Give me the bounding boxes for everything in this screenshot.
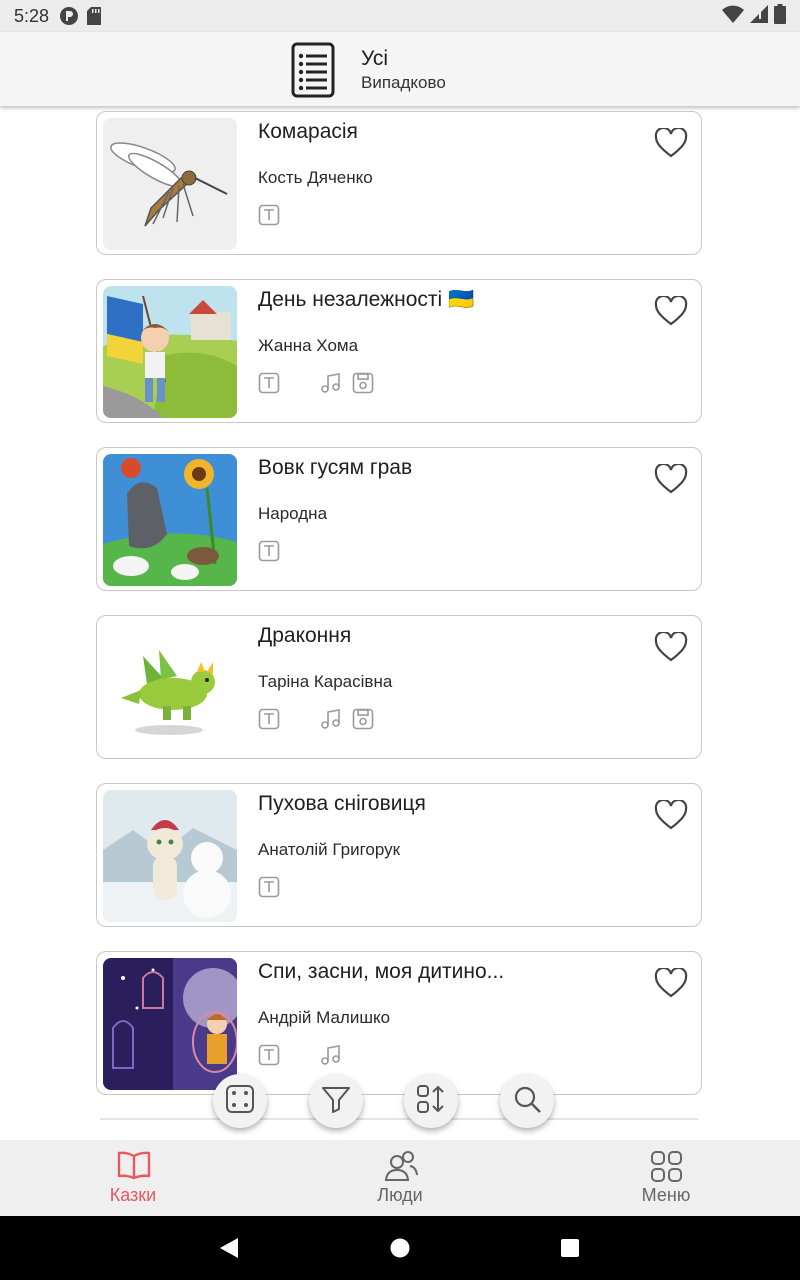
app-notification-icon xyxy=(59,6,79,26)
status-time: 5:28 xyxy=(14,5,50,26)
audio-format-icon xyxy=(320,372,342,394)
story-cover-image xyxy=(103,958,237,1090)
grid-icon xyxy=(650,1150,684,1189)
text-format-icon xyxy=(258,876,280,898)
back-icon[interactable] xyxy=(218,1237,240,1264)
story-card[interactable]: Драконня Таріна Карасівна xyxy=(96,615,702,759)
favorite-heart-icon[interactable] xyxy=(654,126,688,163)
nav-item-stories[interactable]: Казки xyxy=(63,1140,203,1216)
signal-icon xyxy=(750,4,768,28)
story-title: Пухова сніговиця xyxy=(258,792,426,815)
format-badges xyxy=(258,372,374,394)
story-cover-image xyxy=(103,286,237,418)
story-cover-image xyxy=(103,790,237,922)
story-cover-image xyxy=(103,622,237,754)
filter-icon xyxy=(320,1083,352,1120)
story-cover-image xyxy=(103,454,237,586)
sort-button[interactable] xyxy=(404,1074,458,1128)
text-format-icon xyxy=(258,1044,280,1066)
favorite-heart-icon[interactable] xyxy=(654,294,688,331)
format-badges xyxy=(258,540,280,562)
book-icon xyxy=(117,1150,151,1185)
wifi-icon xyxy=(722,5,744,28)
format-badges xyxy=(258,876,280,898)
story-card[interactable]: Вовк гусям грав Народна xyxy=(96,447,702,591)
search-icon xyxy=(511,1083,543,1120)
recents-icon[interactable] xyxy=(561,1239,579,1262)
sort-icon xyxy=(415,1083,447,1120)
nav-item-people[interactable]: Люди xyxy=(330,1140,470,1216)
home-icon[interactable] xyxy=(390,1238,410,1263)
story-author: Анатолій Григорук xyxy=(258,840,401,859)
audio-format-icon xyxy=(320,1044,342,1066)
story-card[interactable]: День незалежності 🇺🇦 Жанна Хома xyxy=(96,279,702,423)
sort-order-label[interactable]: Випадково xyxy=(361,73,446,93)
saved-offline-icon xyxy=(352,372,374,394)
favorite-heart-icon[interactable] xyxy=(654,462,688,499)
dice-icon xyxy=(224,1083,256,1120)
story-author: Таріна Карасівна xyxy=(258,672,393,691)
category-title[interactable]: Усі xyxy=(361,47,388,71)
nav-label: Казки xyxy=(109,1185,157,1205)
text-format-icon xyxy=(258,540,280,562)
people-icon xyxy=(384,1150,418,1187)
story-card[interactable]: Комарасія Кость Дяченко xyxy=(96,111,702,255)
story-author: Жанна Хома xyxy=(258,336,359,355)
format-badges xyxy=(258,204,280,226)
status-bar: 5:28 xyxy=(0,0,800,32)
story-card[interactable]: Пухова сніговиця Анатолій Григорук xyxy=(96,783,702,927)
story-title: Комарасія xyxy=(258,120,358,143)
story-author: Народна xyxy=(258,504,328,523)
list-icon[interactable] xyxy=(291,42,335,103)
battery-icon xyxy=(774,3,786,29)
nav-label: Меню xyxy=(641,1185,691,1205)
bottom-navigation: Казки Люди Меню xyxy=(0,1140,800,1216)
story-author: Кость Дяченко xyxy=(258,168,373,187)
story-title: Спи, засни, моя дитино... xyxy=(258,960,505,983)
format-badges xyxy=(258,1044,342,1066)
favorite-heart-icon[interactable] xyxy=(654,798,688,835)
top-bar: Усі Випадково xyxy=(0,32,800,106)
story-title: День незалежності 🇺🇦 xyxy=(258,288,475,311)
nav-label: Люди xyxy=(377,1185,423,1205)
text-format-icon xyxy=(258,372,280,394)
sd-card-icon xyxy=(87,7,102,25)
text-format-icon xyxy=(258,204,280,226)
system-navigation-bar xyxy=(0,1216,800,1280)
search-button[interactable] xyxy=(500,1074,554,1128)
favorite-heart-icon[interactable] xyxy=(654,630,688,667)
audio-format-icon xyxy=(320,708,342,730)
filter-button[interactable] xyxy=(309,1074,363,1128)
story-card[interactable]: Спи, засни, моя дитино... Андрій Малишко xyxy=(96,951,702,1095)
story-title: Драконня xyxy=(258,624,352,647)
story-author: Андрій Малишко xyxy=(258,1008,391,1027)
saved-offline-icon xyxy=(352,708,374,730)
favorite-heart-icon[interactable] xyxy=(654,966,688,1003)
story-title: Вовк гусям грав xyxy=(258,456,413,479)
story-list[interactable]: Комарасія Кость Дяченко День незалежност… xyxy=(0,106,800,1140)
format-badges xyxy=(258,708,374,730)
story-cover-image xyxy=(103,118,237,250)
text-format-icon xyxy=(258,708,280,730)
random-story-button[interactable] xyxy=(213,1074,267,1128)
next-card-edge xyxy=(100,1118,698,1120)
nav-item-menu[interactable]: Меню xyxy=(596,1140,736,1216)
